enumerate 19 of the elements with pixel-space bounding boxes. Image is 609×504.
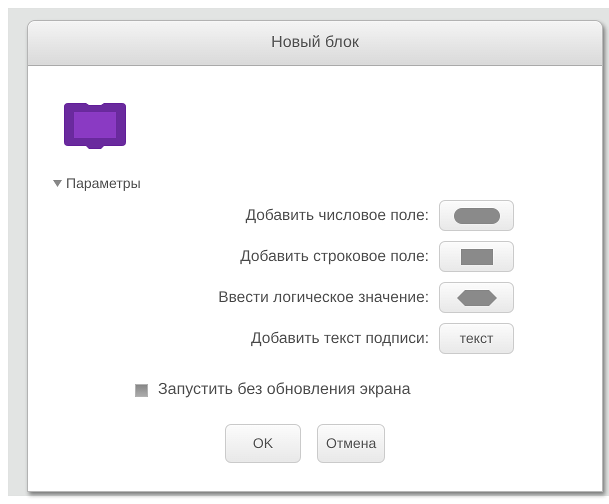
section-label[interactable]: Параметры xyxy=(66,173,141,194)
add-input-button[interactable] xyxy=(439,282,514,313)
ok-button[interactable]: OK xyxy=(225,424,301,463)
rounded-shape-icon xyxy=(454,208,500,224)
add-input-button[interactable]: текст xyxy=(439,323,514,354)
option-label: Ввести логическое значение: xyxy=(218,288,429,308)
option-label: Добавить текст подписи: xyxy=(251,328,429,349)
add-input-button[interactable] xyxy=(439,241,514,272)
rectangle-shape-icon xyxy=(460,248,492,264)
option-label: Добавить строковое поле: xyxy=(240,246,429,267)
dialog-title: Новый блок xyxy=(271,33,359,53)
block-icon xyxy=(64,103,126,150)
add-input-button[interactable] xyxy=(439,200,514,231)
disclosure-triangle-icon[interactable] xyxy=(53,179,62,188)
cancel-button[interactable]: Отмена xyxy=(317,424,386,463)
checkbox-label: Запустить без обновления экрана xyxy=(158,380,410,400)
hexagon-shape-icon xyxy=(456,290,496,306)
option-label: Добавить числовое поле: xyxy=(246,206,429,226)
checkbox[interactable] xyxy=(135,384,148,396)
